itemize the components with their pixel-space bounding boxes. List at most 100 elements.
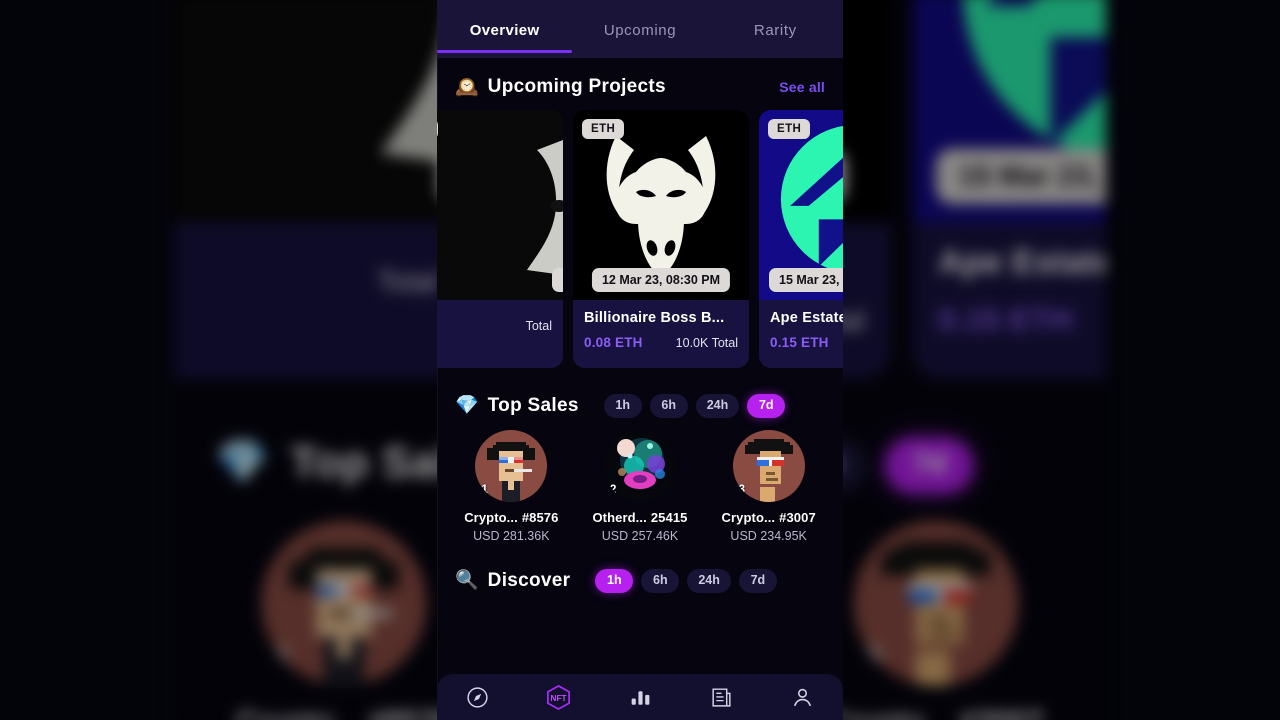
rank-badge: 1	[275, 644, 291, 672]
card-body: Total	[437, 300, 563, 368]
card-body: Ape Estates 0.15 ETH 10.0K To	[759, 300, 843, 368]
discover-filter-chip-7d[interactable]: 7d	[738, 568, 777, 593]
partial-bull-silhouette-icon	[174, 0, 464, 223]
top-tab-bar: Overview Upcoming Rarity	[437, 0, 843, 58]
phone-viewport: Overview Upcoming Rarity 🕰️ Upcoming Pro…	[437, 0, 843, 720]
card-artwork: ETH PM	[437, 110, 563, 300]
sale-collection: Crypto...	[464, 509, 518, 525]
sale-title: Crypto...#3007	[709, 510, 829, 525]
card-project-name: Billionaire Boss B...	[584, 310, 725, 326]
avatar: 3	[732, 429, 805, 502]
chain-badge: ETH	[582, 119, 625, 139]
sale-collection: Crypto...	[721, 509, 776, 525]
upcoming-card-billionaire-boss[interactable]: ETH 12 Mar 23, 08:30 PM Billionaire Boss…	[573, 110, 749, 368]
filter-chip-1h[interactable]: 1h	[603, 394, 642, 418]
tab-overview[interactable]: Overview	[437, 0, 573, 58]
top-sales-header: 💎 Top Sales 1h 6h 24h 7d	[437, 370, 843, 424]
sale-collection: Crypto...	[827, 704, 950, 720]
card-stats: 0.15 ETH 10.0K To	[770, 335, 843, 350]
bull-logo-icon	[606, 136, 716, 276]
magnifier-icon: 🔍	[455, 570, 479, 592]
discover-filter-chip-1h[interactable]: 1h	[595, 568, 634, 593]
card-artwork: ETH 15 Mar 23, 05:30 A	[759, 110, 843, 300]
sale-token-id: 25415	[650, 509, 688, 525]
nav-item-nft[interactable]: NFT	[518, 674, 599, 720]
card-artwork: ETH 12 Mar 23, 08:30 PM	[573, 110, 749, 300]
tab-rarity-label: Rarity	[753, 22, 797, 39]
card-mint-price: 0.15 ETH	[770, 335, 829, 350]
card-project-name: Ape Estates	[770, 310, 843, 326]
discover-filter-chip-6h[interactable]: 6h	[641, 568, 680, 593]
news-document-icon	[712, 687, 731, 707]
see-all-link[interactable]: See all	[779, 79, 825, 95]
rank-badge: 3	[738, 483, 746, 496]
avatar: 1	[475, 429, 548, 502]
filter-chip-7d[interactable]: 7d	[747, 394, 786, 418]
sale-title: Crypto...#8576	[451, 510, 571, 525]
rank-badge: 2	[609, 483, 617, 496]
card-stats: 0.15 ETH 10.0K To	[938, 303, 1106, 337]
sale-usd-value: USD 281.36K	[473, 528, 550, 543]
card-body: Ape Estates 0.15 ETH 10.0K To	[913, 222, 1106, 379]
mint-date-pill: PM	[552, 268, 563, 292]
upcoming-card[interactable]: ETH PM Total	[437, 110, 563, 368]
top-sales-list: 1 Crypto...#8576 USD 281.36K	[437, 424, 843, 547]
rank-badge: 3	[866, 644, 882, 672]
rank-badge: 1	[481, 483, 488, 496]
card-supply-total: Total	[525, 319, 552, 333]
card-mint-price: 0.15 ETH	[938, 302, 1073, 338]
card-body: Total	[174, 222, 464, 379]
tab-overview-label: Overview	[469, 22, 540, 39]
filter-chip-6h[interactable]: 6h	[649, 394, 688, 418]
top-sale-item[interactable]: 2 Otherd... 25415 USD 257.46K	[580, 429, 700, 543]
top-sales-title: Top Sales	[487, 394, 579, 416]
card-artwork: ETH 15 Mar 23, 05:30 A	[913, 0, 1106, 223]
upcoming-projects-header: 🕰️ Upcoming Projects See all	[437, 58, 843, 110]
card-artwork: ETH PM	[174, 0, 464, 223]
bar-chart-icon	[631, 690, 649, 705]
tab-rarity[interactable]: Rarity	[708, 0, 843, 58]
upcoming-card-ape-estates[interactable]: ETH 15 Mar 23, 05:30 A Ape Estates 0.15 …	[759, 110, 843, 368]
nft-hexagon-icon: NFT	[547, 684, 571, 710]
filter-chip-24h[interactable]: 24h	[695, 394, 740, 418]
card-stats: Total	[174, 266, 438, 298]
top-sale-item[interactable]: 1 Crypto... #8576 USD 281.36K	[451, 429, 571, 543]
sale-token-id: #3007	[959, 704, 1043, 720]
nav-item-news[interactable]	[681, 674, 762, 720]
avatar: 1	[262, 520, 428, 686]
mint-date-pill: 12 Mar 23, 08:30 PM	[591, 268, 731, 292]
sale-token-id: #8576	[521, 509, 559, 525]
avatar: 2	[603, 429, 676, 502]
mint-date-pill: 15 Mar 23, 05:30 A	[769, 268, 843, 292]
sale-collection: Crypto...	[237, 704, 360, 720]
card-stats: Total	[437, 319, 552, 333]
sale-token-id: #3007	[779, 509, 816, 525]
nav-item-explore[interactable]	[437, 674, 518, 720]
sale-collection: Otherd...	[592, 509, 647, 525]
sale-usd-value: USD 257.46K	[601, 528, 679, 543]
tab-upcoming[interactable]: Upcoming	[572, 0, 707, 58]
discover-time-filters: 1h 6h 24h 7d	[595, 568, 777, 593]
upcoming-projects-title: Upcoming Projects	[487, 76, 666, 97]
svg-text:NFT: NFT	[551, 693, 567, 702]
sale-usd-value: USD 234.95K	[730, 528, 807, 543]
tab-upcoming-label: Upcoming	[603, 22, 677, 39]
upcoming-card: ETH PM Total	[174, 0, 464, 379]
partial-artwork-icon	[174, 0, 464, 223]
card-project-name: Ape Estates	[938, 245, 1106, 282]
card-stats: 0.08 ETH 10.0K Total	[584, 335, 738, 350]
clock-icon: 🕰️	[455, 76, 479, 98]
nav-item-stats[interactable]	[599, 674, 680, 720]
chain-badge: ETH	[768, 119, 811, 139]
bottom-navigation-bar: NFT	[437, 674, 843, 720]
card-body: Billionaire Boss B... 0.08 ETH 10.0K Tot…	[573, 300, 749, 368]
nav-item-profile[interactable]	[762, 674, 843, 720]
top-sale-item[interactable]: 3 Crypto... #3007 USD 234.95K	[709, 429, 829, 543]
mint-date-pill: 15 Mar 23, 05:30 A	[936, 148, 1106, 204]
sale-title: Otherd...25415	[580, 510, 700, 525]
compass-icon	[467, 686, 488, 708]
diamond-icon: 💎	[215, 441, 270, 490]
discover-filter-chip-24h[interactable]: 24h	[687, 568, 731, 593]
profile-person-icon	[793, 688, 811, 706]
upcoming-projects-carousel[interactable]: ETH PM Total	[437, 110, 843, 370]
